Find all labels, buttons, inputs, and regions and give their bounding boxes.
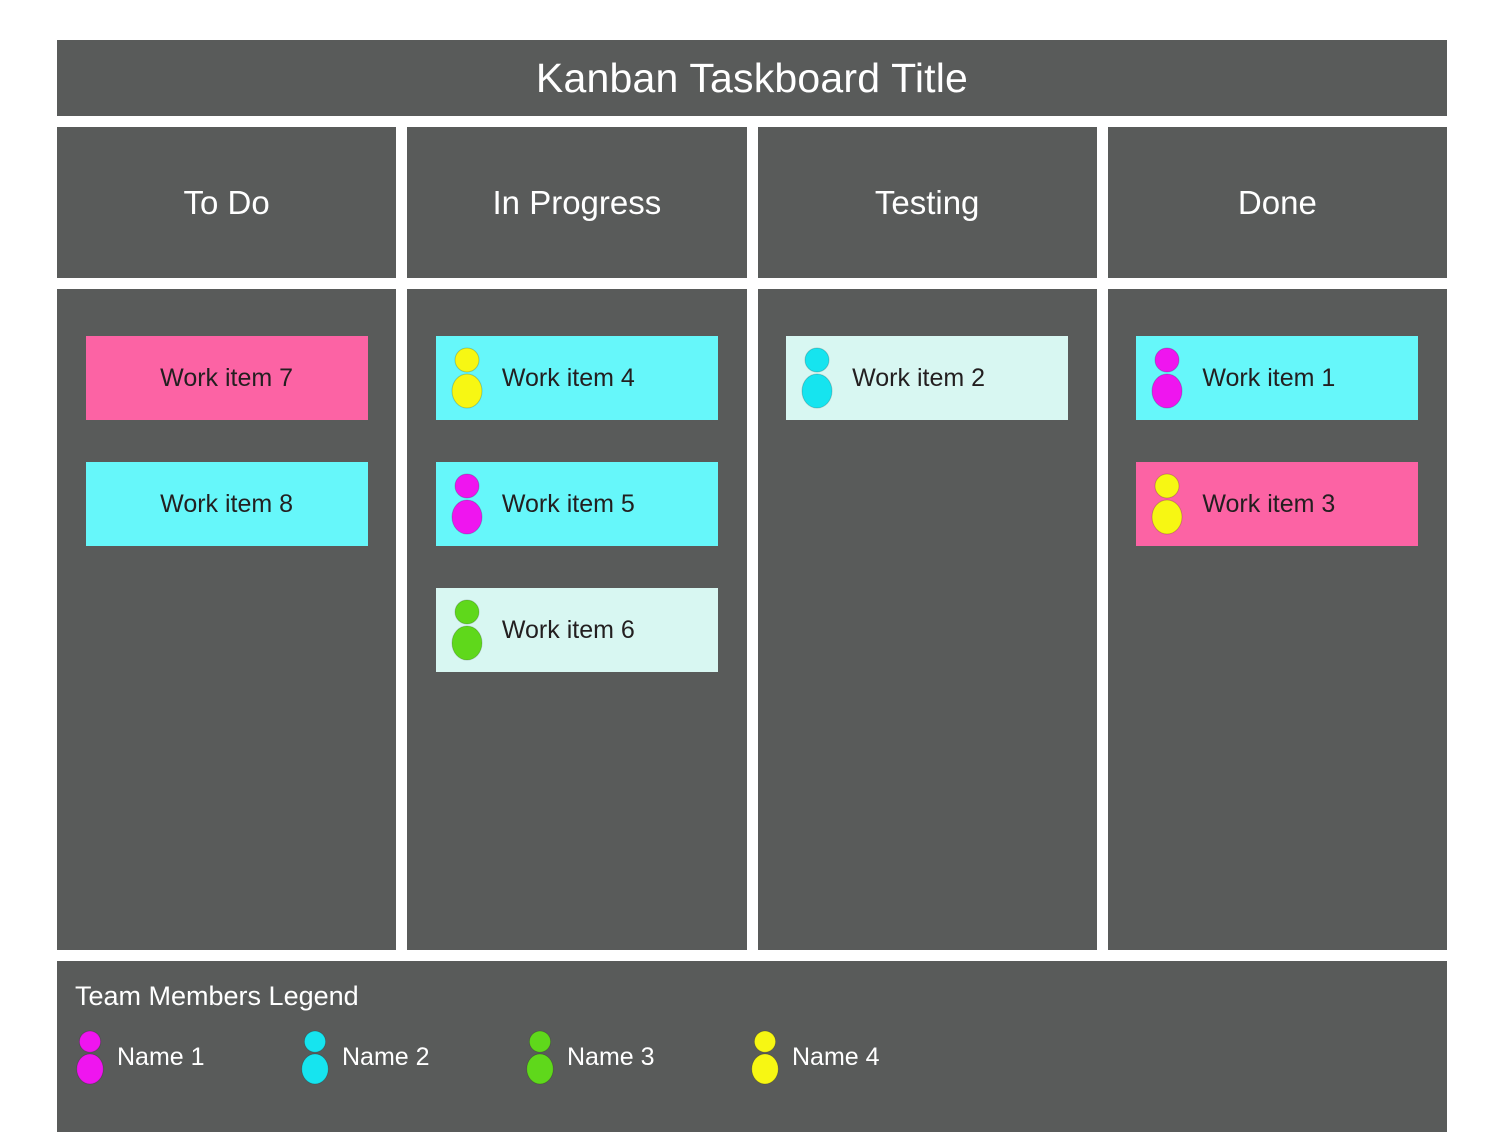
column-header-done[interactable]: Done: [1108, 127, 1447, 278]
work-item-card[interactable]: Work item 4: [436, 336, 718, 420]
board-columns: To Do Work item 7 Work item 8 In Progress Wo…: [57, 127, 1447, 950]
column-header-label: To Do: [184, 186, 270, 219]
work-item-label: Work item 4: [502, 366, 635, 391]
legend-item: Name 4: [750, 1030, 975, 1085]
work-item-label: Work item 6: [502, 618, 635, 643]
column-body-to-do: Work item 7 Work item 8: [57, 289, 396, 950]
avatar-person-icon: [1150, 347, 1184, 409]
avatar-person-icon: [450, 473, 484, 535]
work-item-label: Work item 8: [160, 492, 293, 517]
team-members-legend: Team Members Legend Name 1Name 2Name 3Na…: [57, 961, 1447, 1132]
column-header-label: Testing: [875, 186, 980, 219]
work-item-label: Work item 7: [160, 366, 293, 391]
board-title-bar: Kanban Taskboard Title: [57, 40, 1447, 116]
legend-item: Name 3: [525, 1030, 750, 1085]
column-body-done: Work item 1 Work item 3: [1108, 289, 1447, 950]
column-header-label: In Progress: [493, 186, 662, 219]
avatar-person-icon: [525, 1030, 555, 1085]
work-item-card[interactable]: Work item 8: [86, 462, 368, 546]
kanban-board: Kanban Taskboard Title To DoWork item 7W…: [57, 40, 1447, 1092]
board-title: Kanban Taskboard Title: [536, 58, 968, 99]
legend-item: Name 2: [300, 1030, 525, 1085]
avatar-person-icon: [750, 1030, 780, 1085]
work-item-label: Work item 2: [852, 366, 985, 391]
work-item-label: Work item 1: [1202, 366, 1335, 391]
legend-item-label: Name 2: [342, 1045, 430, 1070]
avatar-person-icon: [1150, 473, 1184, 535]
avatar-person-icon: [450, 347, 484, 409]
work-item-card[interactable]: Work item 6: [436, 588, 718, 672]
avatar-person-icon: [75, 1030, 105, 1085]
legend-item-label: Name 3: [567, 1045, 655, 1070]
column-to-do: To Do Work item 7 Work item 8: [57, 127, 396, 950]
legend-item: Name 1: [75, 1030, 300, 1085]
work-item-label: Work item 5: [502, 492, 635, 517]
work-item-card[interactable]: Work item 3: [1136, 462, 1418, 546]
work-item-card[interactable]: Work item 5: [436, 462, 718, 546]
avatar-person-icon: [800, 347, 834, 409]
column-header-label: Done: [1238, 186, 1317, 219]
work-item-label: Work item 3: [1202, 492, 1335, 517]
work-item-card[interactable]: Work item 1: [1136, 336, 1418, 420]
work-item-card[interactable]: Work item 2: [786, 336, 1068, 420]
column-header-testing[interactable]: Testing: [758, 127, 1097, 278]
legend-title: Team Members Legend: [75, 983, 1447, 1010]
column-header-in-progress[interactable]: In Progress: [407, 127, 746, 278]
column-testing: Testing Work item 2: [758, 127, 1097, 950]
column-body-testing: Work item 2: [758, 289, 1097, 950]
column-in-progress: In ProgressWork item 4Work item 5Work it…: [407, 127, 746, 950]
column-done: Done Work item 1 Work item 3: [1108, 127, 1447, 950]
legend-items: Name 1 Name 2 Name 3 Name 4: [75, 1030, 1447, 1085]
work-item-card[interactable]: Work item 7: [86, 336, 368, 420]
column-header-to-do[interactable]: To Do: [57, 127, 396, 278]
column-body-in-progress: Work item 4 Work item 5 Work item 6: [407, 289, 746, 950]
legend-item-label: Name 1: [117, 1045, 205, 1070]
avatar-person-icon: [300, 1030, 330, 1085]
legend-item-label: Name 4: [792, 1045, 880, 1070]
avatar-person-icon: [450, 599, 484, 661]
